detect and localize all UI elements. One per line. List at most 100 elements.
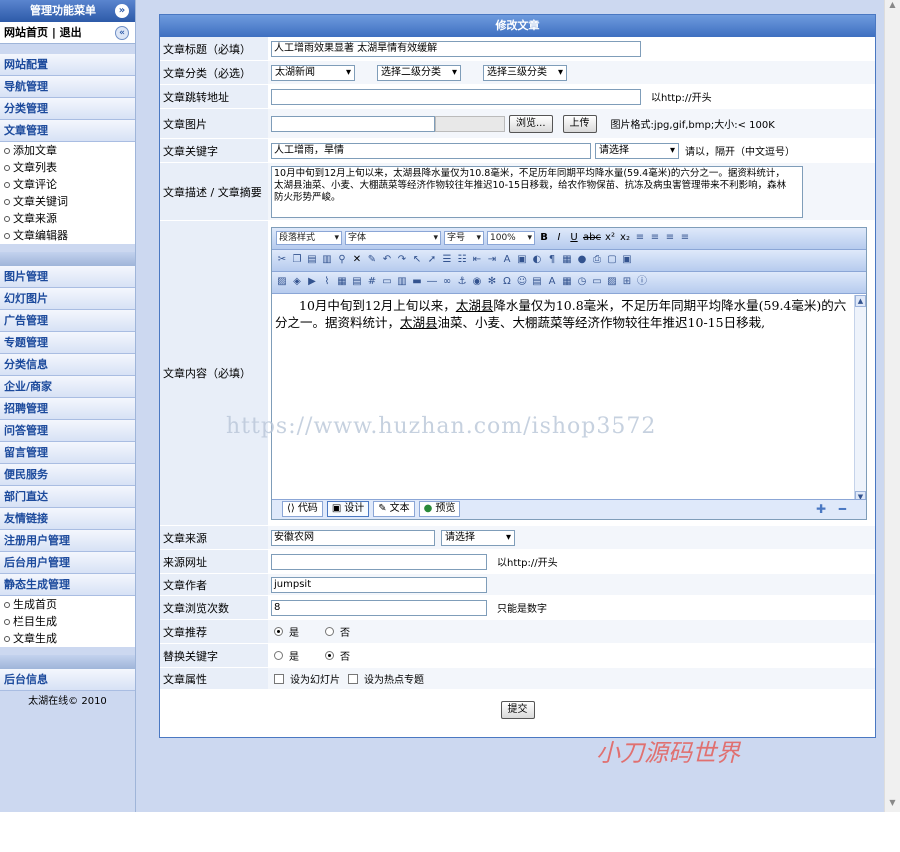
bg-color-icon[interactable]: ▣ bbox=[516, 254, 528, 266]
big-text-icon[interactable]: A bbox=[546, 276, 558, 288]
strikethrough-icon[interactable]: abc bbox=[583, 232, 601, 244]
recommend-no-radio[interactable] bbox=[325, 627, 334, 636]
sidebar-item[interactable]: 文章管理 bbox=[0, 120, 135, 142]
recommend-yes-radio[interactable] bbox=[274, 627, 283, 636]
ordered-list-icon[interactable]: ☰ bbox=[441, 254, 453, 266]
unordered-list-icon[interactable]: ☷ bbox=[456, 254, 468, 266]
italic-icon[interactable]: I bbox=[553, 232, 565, 244]
sidebar-item[interactable]: 便民服务 bbox=[0, 464, 135, 486]
replace-yes-radio[interactable] bbox=[274, 651, 283, 660]
tab-code[interactable]: ⟨⟩ 代码 bbox=[282, 501, 323, 517]
page-scrollbar[interactable]: ▲ ▼ bbox=[884, 0, 900, 812]
underline-icon[interactable]: U bbox=[568, 232, 580, 244]
link-icon[interactable]: ∞ bbox=[441, 276, 453, 288]
content-link[interactable]: 太湖县 bbox=[456, 298, 494, 313]
collapse-icon[interactable]: » bbox=[115, 4, 129, 18]
title-input[interactable]: 人工增雨效果显著 太湖旱情有效缓解 bbox=[271, 40, 641, 57]
category-select-1[interactable]: 太湖新闻 bbox=[271, 64, 355, 81]
clean-icon[interactable]: ✎ bbox=[366, 254, 378, 266]
editor-scrollbar[interactable]: ▲ ▼ bbox=[854, 294, 866, 503]
category-select-2[interactable]: 选择二级分类 bbox=[377, 64, 461, 81]
content-link[interactable]: 太湖县 bbox=[400, 315, 438, 330]
form-icon[interactable]: ▥ bbox=[396, 276, 408, 288]
tab-design[interactable]: ▣ 设计 bbox=[326, 501, 370, 517]
globe-icon[interactable]: ● bbox=[576, 254, 588, 266]
rich-text-editor[interactable]: 段落样式 字体 字号 100% B I U abc x² x₂ ≡ ≡ ≡ ≡ bbox=[271, 226, 867, 520]
sidebar-item[interactable]: 分类信息 bbox=[0, 354, 135, 376]
submenu-item[interactable]: 文章编辑器 bbox=[0, 227, 135, 244]
input-icon[interactable]: ▬ bbox=[411, 276, 423, 288]
hr-icon[interactable]: ― bbox=[426, 276, 438, 288]
format-icon[interactable]: ¶ bbox=[546, 254, 558, 266]
cut-icon[interactable]: ✂ bbox=[276, 254, 288, 266]
abs-position-icon[interactable]: ▨ bbox=[606, 276, 618, 288]
anchor-icon[interactable]: ⚓ bbox=[456, 276, 468, 288]
indent-icon[interactable]: ⇥ bbox=[486, 254, 498, 266]
replace-no-radio[interactable] bbox=[325, 651, 334, 660]
keyword-select[interactable]: 请选择 bbox=[595, 142, 679, 159]
sidebar-item[interactable]: 注册用户管理 bbox=[0, 530, 135, 552]
copy-icon[interactable]: ❐ bbox=[291, 254, 303, 266]
align-center-icon[interactable]: ≡ bbox=[649, 232, 661, 244]
align-right-icon[interactable]: ≡ bbox=[664, 232, 676, 244]
sidebar-item[interactable]: 友情链接 bbox=[0, 508, 135, 530]
submenu-item[interactable]: 文章关键词 bbox=[0, 193, 135, 210]
zoom-select[interactable]: 100% bbox=[487, 231, 535, 245]
attach-icon[interactable]: ⌇ bbox=[321, 276, 333, 288]
find-icon[interactable]: ⚲ bbox=[336, 254, 348, 266]
grid-icon[interactable]: # bbox=[366, 276, 378, 288]
slideshow-checkbox[interactable] bbox=[274, 673, 284, 684]
select-icon[interactable]: ↖ bbox=[411, 254, 423, 266]
table-props-icon[interactable]: ▤ bbox=[351, 276, 363, 288]
sidebar-item[interactable]: 广告管理 bbox=[0, 310, 135, 332]
pointer-icon[interactable]: ➚ bbox=[426, 254, 438, 266]
sidebar-item[interactable]: 图片管理 bbox=[0, 266, 135, 288]
font-size-select[interactable]: 字号 bbox=[444, 231, 484, 245]
views-input[interactable]: 8 bbox=[271, 599, 487, 616]
sidebar-item[interactable]: 幻灯图片 bbox=[0, 288, 135, 310]
subscript-icon[interactable]: x₂ bbox=[619, 232, 631, 244]
file-field[interactable] bbox=[435, 115, 505, 132]
paste-icon[interactable]: ▤ bbox=[306, 254, 318, 266]
redo-icon[interactable]: ↷ bbox=[396, 254, 408, 266]
marquee-icon[interactable]: ◉ bbox=[471, 276, 483, 288]
zoom-out-icon[interactable]: ━ bbox=[839, 502, 846, 516]
upload-button[interactable]: 上传 bbox=[562, 114, 597, 133]
page-break-icon[interactable]: ▭ bbox=[591, 276, 603, 288]
font-select[interactable]: 字体 bbox=[345, 231, 441, 245]
sidebar-item[interactable]: 分类管理 bbox=[0, 98, 135, 120]
outdent-icon[interactable]: ⇤ bbox=[471, 254, 483, 266]
sidebar-item[interactable]: 网站配置 bbox=[0, 54, 135, 76]
submenu-item[interactable]: 文章列表 bbox=[0, 159, 135, 176]
sidebar-item[interactable]: 导航管理 bbox=[0, 76, 135, 98]
paragraph-style-select[interactable]: 段落样式 bbox=[276, 231, 342, 245]
table-icon[interactable]: ▦ bbox=[336, 276, 348, 288]
tab-text[interactable]: ✎ 文本 bbox=[373, 501, 415, 517]
date-icon[interactable]: ▦ bbox=[561, 276, 573, 288]
paint-icon[interactable]: ◐ bbox=[531, 254, 543, 266]
collapse-left-icon[interactable]: « bbox=[115, 26, 129, 40]
about-icon[interactable]: ⓘ bbox=[636, 276, 648, 288]
save-icon[interactable]: ▣ bbox=[621, 254, 633, 266]
sidebar-item[interactable]: 问答管理 bbox=[0, 420, 135, 442]
scroll-up-icon[interactable]: ▲ bbox=[885, 0, 900, 14]
source-select[interactable]: 请选择 bbox=[441, 529, 515, 546]
submit-button[interactable]: 提交 bbox=[500, 701, 535, 719]
flash-icon[interactable]: ◈ bbox=[291, 276, 303, 288]
emoticon-icon[interactable]: ☺ bbox=[516, 276, 528, 288]
tab-preview[interactable]: ● 预览 bbox=[418, 501, 461, 517]
paste-text-icon[interactable]: ▥ bbox=[321, 254, 333, 266]
align-left-icon[interactable]: ≡ bbox=[634, 232, 646, 244]
redirect-input[interactable] bbox=[271, 88, 641, 105]
description-textarea[interactable]: 10月中旬到12月上旬以来，太湖县降水量仅为10.8毫米，不足历年同期平均降水量… bbox=[271, 165, 803, 218]
submenu-item[interactable]: 文章生成 bbox=[0, 630, 135, 647]
superscript-icon[interactable]: x² bbox=[604, 232, 616, 244]
media-icon[interactable]: ▶ bbox=[306, 276, 318, 288]
source-input[interactable]: 安徽农网 bbox=[271, 529, 435, 546]
sidebar-item[interactable]: 留言管理 bbox=[0, 442, 135, 464]
justify-icon[interactable]: ≡ bbox=[679, 232, 691, 244]
home-logout-links[interactable]: 网站首页 | 退出 bbox=[4, 26, 82, 39]
scroll-down-icon[interactable]: ▼ bbox=[885, 798, 900, 812]
category-select-3[interactable]: 选择三级分类 bbox=[483, 64, 567, 81]
sidebar-item[interactable]: 静态生成管理 bbox=[0, 574, 135, 596]
